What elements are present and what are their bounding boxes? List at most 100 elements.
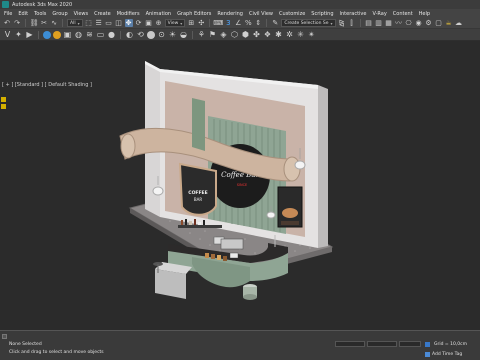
toolbar-divider (25, 19, 26, 27)
schematic-view-icon[interactable]: ⎔ (405, 19, 413, 27)
plugin-tool-icon-7[interactable]: ❖ (263, 30, 272, 39)
select-and-scale-icon[interactable]: ▣ (145, 19, 153, 27)
unlink-icon[interactable]: ✂ (40, 19, 48, 27)
select-manipulate-icon[interactable]: ✣ (197, 19, 205, 27)
vray-fur-icon[interactable]: ≋ (85, 30, 94, 39)
add-time-tag-button[interactable]: Add Time Tag (425, 351, 462, 358)
espresso-machine[interactable] (220, 238, 244, 250)
percent-snap-icon[interactable]: % (244, 19, 252, 27)
menu-edit[interactable]: Edit (18, 11, 34, 17)
vray-toolbar: V ✦ ▶ ▣ ◍ ≋ ▭ ● ◐ ⟲ ⊙ ☀ ◒ ⚘ ⚑ ◈ ⬡ ⬢ ✤ ❖ … (0, 29, 480, 41)
menu-file[interactable]: File (4, 11, 18, 17)
vray-proxy-icon[interactable]: ◍ (74, 30, 83, 39)
select-object-icon[interactable]: ⬚ (85, 19, 93, 27)
undo-icon[interactable]: ↶ (3, 19, 11, 27)
curve-editor-icon[interactable]: 〰 (395, 19, 403, 27)
snaps-toggle-icon[interactable]: 3 (224, 19, 232, 27)
render-production-icon[interactable]: ☕ (445, 19, 453, 27)
mirror-icon[interactable]: ⧎ (338, 19, 346, 27)
menu-animation[interactable]: Animation (146, 11, 178, 17)
menu-content[interactable]: Content (393, 11, 419, 17)
redo-icon[interactable]: ↷ (13, 19, 21, 27)
toggle-scene-explorer-icon[interactable]: ▤ (365, 19, 373, 27)
toggle-ribbon-icon[interactable]: ▦ (385, 19, 393, 27)
rectangular-selection-icon[interactable]: ▭ (105, 19, 113, 27)
hanging-green-column[interactable] (192, 98, 205, 151)
menu-help[interactable]: Help (419, 11, 436, 17)
vray-camera-icon[interactable]: ▶ (25, 30, 34, 39)
menu-scripting[interactable]: Scripting (311, 11, 339, 17)
vray-sphere-icon[interactable]: ● (107, 30, 116, 39)
edit-named-selection-icon[interactable]: ✎ (271, 19, 279, 27)
vray-object-properties-icon[interactable]: ⊙ (157, 30, 166, 39)
selection-filter-dropdown[interactable]: All ▾ (67, 19, 83, 27)
select-and-rotate-icon[interactable]: ⟳ (135, 19, 143, 27)
select-by-name-icon[interactable]: ☰ (95, 19, 103, 27)
blue-sphere-icon[interactable] (43, 30, 51, 39)
plugin-tool-icon-8[interactable]: ✱ (274, 30, 283, 39)
select-and-move-icon[interactable]: ✥ (124, 19, 133, 27)
plugin-tool-icon-6[interactable]: ✤ (252, 30, 261, 39)
vray-light-icon[interactable]: ✦ (14, 30, 23, 39)
hanging-coffee-sign[interactable] (178, 162, 217, 216)
bind-space-warp-icon[interactable]: ∿ (50, 19, 58, 27)
white-sphere-icon[interactable] (147, 30, 155, 39)
window-title: Autodesk 3ds Max 2020 (12, 1, 73, 8)
menu-modifiers[interactable]: Modifiers (117, 11, 146, 17)
keyboard-shortcut-override-icon[interactable]: ⌨ (213, 19, 223, 27)
z-coordinate-field[interactable] (399, 341, 421, 347)
vray-light-lister-icon[interactable]: ☀ (168, 30, 177, 39)
render-setup-icon[interactable]: ⚙ (425, 19, 433, 27)
menu-views[interactable]: Views (74, 11, 94, 17)
vray-dome-light-icon[interactable]: ◒ (179, 30, 188, 39)
maxscript-listener-icon[interactable] (2, 334, 7, 339)
plugin-tool-icon-10[interactable]: ✳ (296, 30, 305, 39)
menu-customize[interactable]: Customize (279, 11, 311, 17)
menu-vray[interactable]: V-Ray (372, 11, 392, 17)
plugin-tool-icon-4[interactable]: ⬡ (230, 30, 239, 39)
menu-graph-editors[interactable]: Graph Editors (177, 11, 217, 17)
menu-group[interactable]: Group (52, 11, 73, 17)
menu-rendering[interactable]: Rendering (217, 11, 249, 17)
menu-tools[interactable]: Tools (34, 11, 52, 17)
canopy-roll-left (120, 133, 136, 159)
material-editor-icon[interactable]: ◉ (415, 19, 423, 27)
hanging-sign-text-2: BAR (194, 197, 202, 202)
render-in-cloud-icon[interactable]: ☁ (455, 19, 463, 27)
reference-coordinate-dropdown[interactable]: View ▾ (164, 19, 186, 27)
vray-plane-icon[interactable]: ▭ (96, 30, 105, 39)
spinner-snap-icon[interactable]: ⇕ (254, 19, 262, 27)
stainless-cabinet[interactable] (155, 269, 186, 299)
viewport-indicator-icon (1, 104, 6, 109)
angle-snap-icon[interactable]: ∠ (234, 19, 242, 27)
perspective-viewport[interactable]: Coffee Bar SINCE COFFEE BAR [+] [Stand… (0, 41, 480, 330)
vray-scene-converter-icon[interactable]: ⟲ (136, 30, 145, 39)
toggle-layer-explorer-icon[interactable]: ▥ (375, 19, 383, 27)
align-icon[interactable]: ⫿ (348, 19, 356, 27)
named-selection-dropdown[interactable]: Create Selection Se ▾ (281, 19, 336, 27)
plugin-tool-icon-9[interactable]: ✲ (285, 30, 294, 39)
window-crossing-icon[interactable]: ◫ (115, 19, 123, 27)
x-coordinate-field[interactable] (335, 341, 365, 347)
rendered-frame-window-icon[interactable]: ▢ (435, 19, 443, 27)
menu-civil-view[interactable]: Civil View (249, 11, 279, 17)
vray-material-icon[interactable]: ◐ (125, 30, 134, 39)
link-icon[interactable]: ⛓ (30, 19, 39, 27)
vray-frame-buffer-icon[interactable]: ▣ (63, 30, 72, 39)
y-coordinate-field[interactable] (367, 341, 397, 347)
toolbar-divider (120, 30, 121, 39)
pivot-center-icon[interactable]: ⊞ (187, 19, 195, 27)
menu-interactive[interactable]: Interactive (340, 11, 373, 17)
plugin-tool-icon-2[interactable]: ⚑ (208, 30, 217, 39)
plugin-tool-icon-3[interactable]: ◈ (219, 30, 228, 39)
title-bar: Autodesk 3ds Max 2020 (0, 0, 480, 9)
select-and-place-icon[interactable]: ⊕ (155, 19, 163, 27)
viewport-label[interactable]: [ + ] [Standard ] [ Default Shading ] (2, 82, 92, 88)
selection-lock-icon[interactable] (425, 342, 430, 347)
plugin-tool-icon-1[interactable]: ⚘ (197, 30, 206, 39)
plugin-tool-icon-5[interactable]: ⬢ (241, 30, 250, 39)
orange-sphere-icon[interactable] (53, 30, 61, 39)
menu-create[interactable]: Create (94, 11, 117, 17)
plugin-tool-icon-11[interactable]: ✴ (307, 30, 316, 39)
vray-icon[interactable]: V (3, 30, 12, 39)
